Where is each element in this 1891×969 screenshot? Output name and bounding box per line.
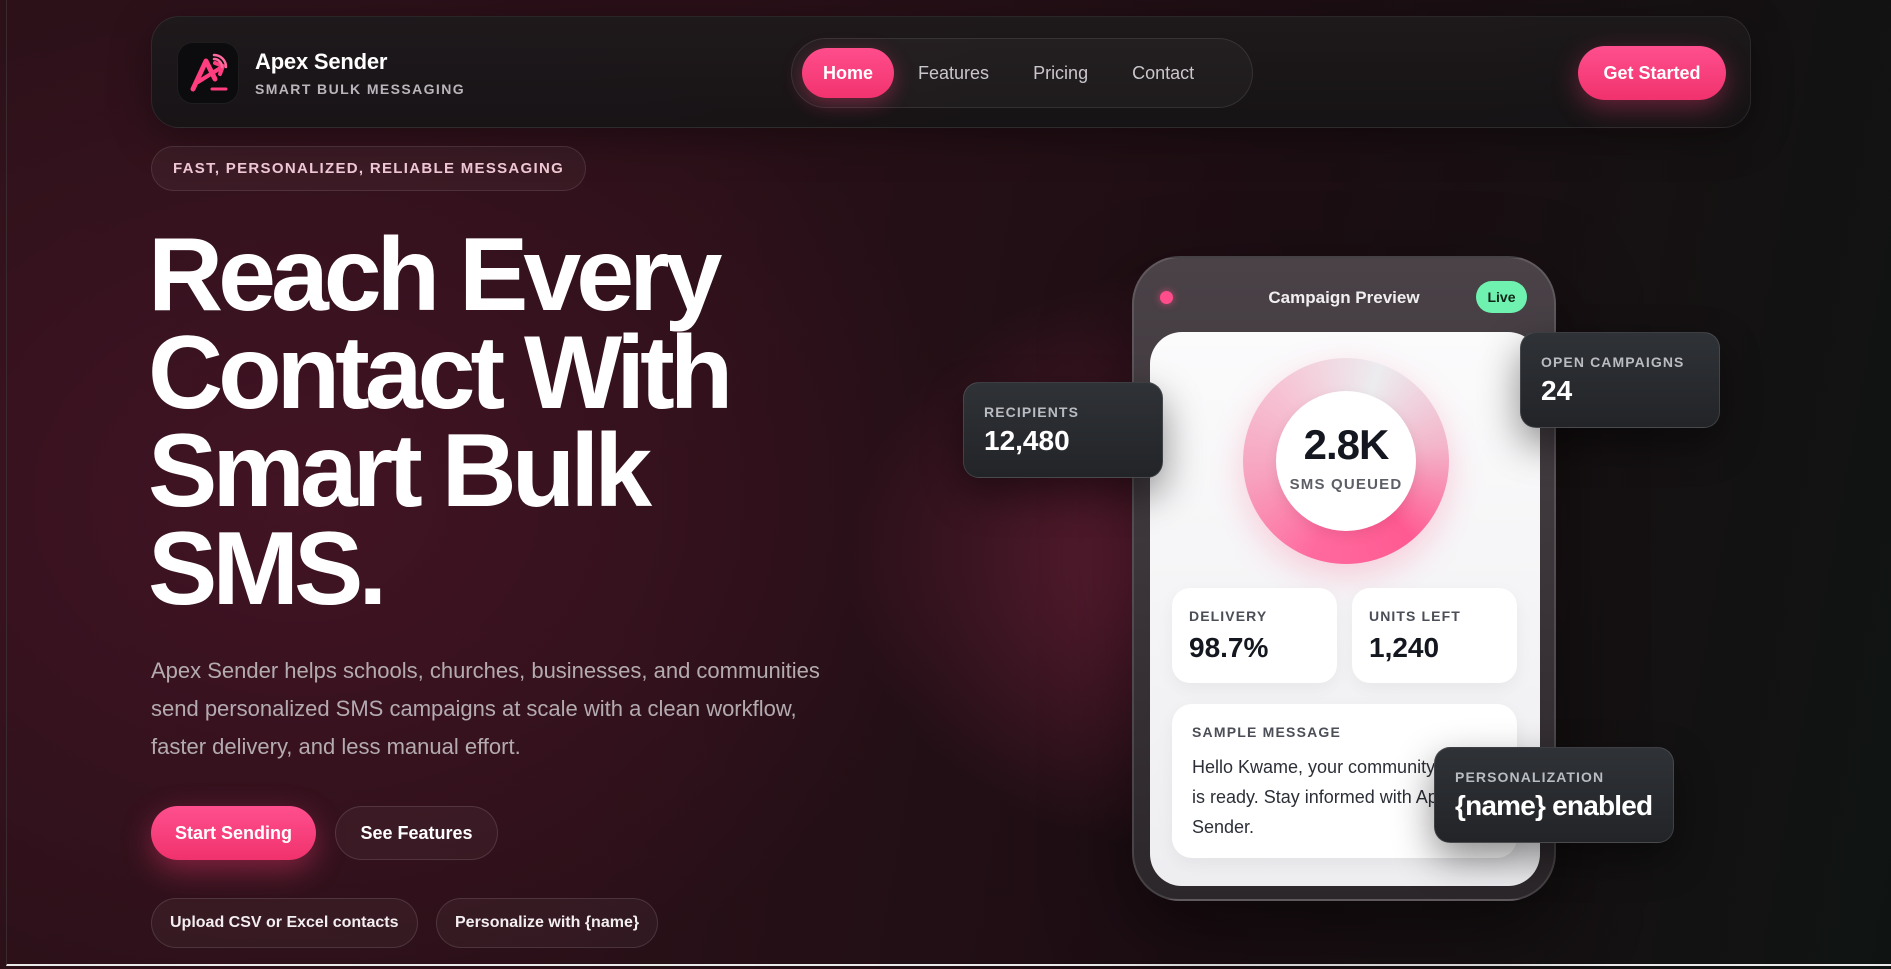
units-label: UNITS LEFT [1369, 608, 1461, 624]
personalization-label: PERSONALIZATION [1455, 769, 1605, 785]
main-nav: Home Features Pricing Contact [791, 38, 1253, 108]
open-campaigns-card: OPEN CAMPAIGNS 24 [1520, 332, 1720, 428]
recipients-value: 12,480 [984, 425, 1070, 456]
brand-logo[interactable] [177, 42, 239, 104]
nav-features[interactable]: Features [898, 48, 1009, 98]
feature-chip-upload: Upload CSV or Excel contacts [151, 898, 418, 948]
open-campaigns-value: 24 [1541, 375, 1573, 406]
sample-message-label: SAMPLE MESSAGE [1192, 724, 1342, 740]
personalization-card: PERSONALIZATION {name} enabled [1434, 747, 1674, 843]
live-status-badge: Live [1476, 281, 1527, 313]
headline-line: SMS. [148, 511, 387, 627]
delivery-label: DELIVERY [1189, 608, 1268, 624]
queued-label: SMS QUEUED [1289, 476, 1403, 493]
open-campaigns-label: OPEN CAMPAIGNS [1541, 354, 1685, 370]
hero-eyebrow: FAST, PERSONALIZED, RELIABLE MESSAGING [151, 146, 587, 191]
nav-pricing[interactable]: Pricing [1013, 48, 1108, 98]
sms-queued-ring: 2.8K SMS QUEUED [1243, 358, 1449, 564]
ring-center: 2.8K SMS QUEUED [1276, 391, 1416, 531]
see-features-button[interactable]: See Features [335, 806, 498, 860]
headline-line: Smart Bulk [148, 413, 652, 529]
units-left-card: UNITS LEFT 1,240 [1352, 588, 1517, 683]
nav-contact[interactable]: Contact [1112, 48, 1214, 98]
hero-headline: Reach Every Contact With Smart Bulk SMS. [148, 217, 848, 627]
nav-home[interactable]: Home [802, 48, 895, 98]
headline-line: Contact With [148, 315, 733, 431]
signal-arrow-logo-icon [190, 53, 228, 92]
recipients-label: RECIPIENTS [984, 404, 1080, 420]
feature-chip-personalize: Personalize with {name} [436, 898, 659, 948]
start-sending-button[interactable]: Start Sending [151, 806, 316, 860]
delivery-card: DELIVERY 98.7% [1172, 588, 1337, 683]
brand-tagline: SMART BULK MESSAGING [255, 81, 465, 97]
personalization-value: {name} enabled [1455, 790, 1653, 821]
hero-lead: Apex Sender helps schools, churches, bus… [151, 658, 820, 759]
delivery-value: 98.7% [1189, 632, 1269, 663]
queued-value: 2.8K [1303, 421, 1390, 468]
brand-name[interactable]: Apex Sender [255, 49, 387, 75]
recipients-card: RECIPIENTS 12,480 [963, 382, 1163, 478]
headline-line: Reach Every [148, 217, 722, 333]
get-started-button[interactable]: Get Started [1578, 46, 1726, 100]
units-value: 1,240 [1369, 632, 1440, 663]
top-navbar: Apex Sender SMART BULK MESSAGING Home Fe… [151, 16, 1751, 128]
